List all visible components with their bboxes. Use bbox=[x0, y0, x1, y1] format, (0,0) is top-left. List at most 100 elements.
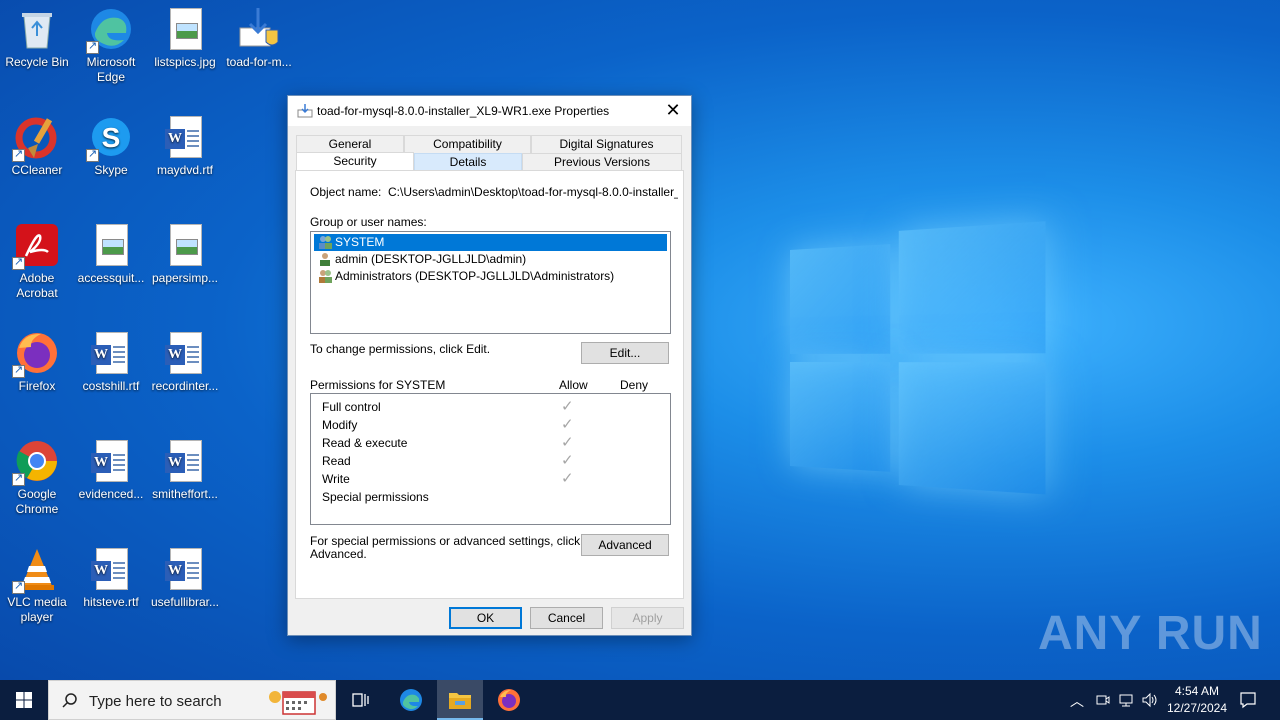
desktop-icon-recycle-bin[interactable]: Recycle Bin bbox=[0, 6, 74, 70]
volume-icon[interactable] bbox=[1141, 692, 1159, 708]
users-icon bbox=[319, 270, 332, 283]
desktop-icon-evidenced[interactable]: Wevidenced... bbox=[74, 438, 148, 502]
permission-name: Read bbox=[322, 454, 351, 468]
allow-check-icon: ✓ bbox=[561, 416, 574, 433]
tab-security[interactable]: Security bbox=[296, 152, 414, 172]
costshill-rtf-icon: W bbox=[88, 330, 134, 376]
close-icon[interactable]: ✕ bbox=[663, 101, 683, 121]
desktop-icon-google-chrome[interactable]: Google Chrome bbox=[0, 438, 74, 517]
permission-row: Write ✓ bbox=[311, 470, 670, 488]
clock[interactable]: 4:54 AM 12/27/2024 bbox=[1160, 684, 1234, 715]
ccleaner-icon bbox=[12, 114, 60, 162]
group-item-label: Administrators (DESKTOP-JGLLJLD\Administ… bbox=[335, 269, 615, 283]
edit-button[interactable]: Edit... bbox=[581, 342, 669, 364]
permission-row: Read & execute ✓ bbox=[311, 434, 670, 452]
user-icon bbox=[320, 253, 330, 266]
desktop-icon-microsoft-edge[interactable]: Microsoft Edge bbox=[74, 6, 148, 85]
folder-icon bbox=[449, 693, 471, 709]
desktop-icon-skype[interactable]: S Skype bbox=[74, 114, 148, 178]
permission-name: Read & execute bbox=[322, 436, 408, 450]
desktop-icon-accessquit[interactable]: accessquit... bbox=[74, 222, 148, 286]
permission-name: Write bbox=[322, 472, 350, 486]
desktop-icon-label: listspics.jpg bbox=[154, 55, 216, 69]
desktop-icon-label: CCleaner bbox=[11, 163, 63, 177]
start-button[interactable] bbox=[0, 680, 48, 720]
desktop-icon-adobe-acrobat[interactable]: Adobe Acrobat bbox=[0, 222, 74, 301]
taskbar-edge[interactable] bbox=[390, 680, 432, 720]
desktop-icon-recordinter[interactable]: Wrecordinter... bbox=[148, 330, 222, 394]
object-name-label: Object name: bbox=[310, 185, 382, 199]
group-item-administrators[interactable]: Administrators (DESKTOP-JGLLJLD\Administ… bbox=[314, 268, 667, 285]
network-icon[interactable] bbox=[1118, 692, 1134, 708]
permissions-list[interactable]: Full control ✓ Modify ✓ Read & execute ✓ Read ✓… bbox=[310, 393, 671, 525]
desktop-icon-maydvd-rtf[interactable]: Wmaydvd.rtf bbox=[148, 114, 222, 178]
deny-header: Deny bbox=[620, 378, 649, 392]
desktop-icon-papersimp[interactable]: papersimp... bbox=[148, 222, 222, 286]
taskbar-firefox[interactable] bbox=[487, 680, 531, 720]
tab-details[interactable]: Details bbox=[414, 153, 522, 171]
desktop-icon-ccleaner[interactable]: CCleaner bbox=[0, 114, 74, 178]
tab-general[interactable]: General bbox=[296, 135, 404, 153]
apply-button[interactable]: Apply bbox=[611, 607, 684, 629]
desktop-icon-usefullibrar[interactable]: Wusefullibrar... bbox=[148, 546, 222, 610]
firefox-icon bbox=[12, 330, 60, 378]
permissions-label: Permissions for SYSTEM bbox=[310, 378, 446, 392]
permission-row: Full control ✓ bbox=[311, 398, 670, 416]
allow-check-icon: ✓ bbox=[561, 470, 574, 487]
anyrun-watermark: ANY RUN bbox=[1038, 607, 1263, 660]
group-names-label: Group or user names: bbox=[310, 215, 427, 229]
users-icon bbox=[319, 236, 332, 249]
dialog-title: toad-for-mysql-8.0.0-installer_XL9-WR1.e… bbox=[317, 104, 610, 118]
permission-name: Modify bbox=[322, 418, 358, 432]
advanced-text-line2: Advanced. bbox=[310, 547, 367, 561]
calendar-search-highlight-icon bbox=[269, 691, 327, 715]
allow-check-icon: ✓ bbox=[561, 434, 574, 451]
listspics-jpg-icon bbox=[162, 6, 208, 52]
tab-digital-signatures[interactable]: Digital Signatures bbox=[531, 135, 682, 153]
desktop-icon-label: smitheffort... bbox=[152, 487, 218, 501]
advanced-button[interactable]: Advanced bbox=[581, 534, 669, 556]
desktop-icon-firefox[interactable]: Firefox bbox=[0, 330, 74, 394]
group-item-system[interactable]: SYSTEM bbox=[314, 234, 667, 251]
taskbar-file-explorer[interactable] bbox=[437, 680, 483, 720]
cancel-button[interactable]: Cancel bbox=[530, 607, 603, 629]
notifications-icon[interactable] bbox=[1239, 691, 1257, 709]
desktop-icon-hitsteve-rtf[interactable]: Whitsteve.rtf bbox=[74, 546, 148, 610]
edge-icon bbox=[400, 689, 422, 711]
desktop-icon-label: recordinter... bbox=[151, 379, 219, 393]
group-names-list[interactable]: SYSTEM admin (DESKTOP-JGLLJLD\admin) Adm… bbox=[310, 231, 671, 334]
search-placeholder: Type here to search bbox=[89, 693, 222, 710]
group-item-label: admin (DESKTOP-JGLLJLD\admin) bbox=[335, 252, 527, 266]
dialog-titlebar[interactable]: toad-for-mysql-8.0.0-installer_XL9-WR1.e… bbox=[288, 96, 691, 126]
windows-logo-wallpaper bbox=[790, 221, 1050, 497]
desktop-icon-label: Skype bbox=[94, 163, 128, 177]
desktop-icon-listspics-jpg[interactable]: listspics.jpg bbox=[148, 6, 222, 70]
tab-compatibility[interactable]: Compatibility bbox=[404, 135, 531, 153]
desktop-icon-vlc-media-player[interactable]: VLC media player bbox=[0, 546, 74, 625]
desktop-icon-costshill-rtf[interactable]: Wcostshill.rtf bbox=[74, 330, 148, 394]
taskbar-search-box[interactable]: Type here to search bbox=[48, 680, 336, 720]
ok-button[interactable]: OK bbox=[449, 607, 522, 629]
desktop-icon-label: evidenced... bbox=[78, 487, 144, 501]
accessquit-icon bbox=[88, 222, 134, 268]
allow-check-icon: ✓ bbox=[561, 398, 574, 415]
shortcut-arrow-icon bbox=[12, 147, 25, 162]
tab-previous-versions[interactable]: Previous Versions bbox=[522, 153, 682, 171]
desktop-icon-label: usefullibrar... bbox=[150, 595, 220, 609]
tray-chevron-up-icon[interactable]: ︿ bbox=[1070, 691, 1084, 711]
object-name-value: C:\Users\admin\Desktop\toad-for-mysql-8.… bbox=[388, 185, 678, 199]
desktop-icon-smitheffort[interactable]: Wsmitheffort... bbox=[148, 438, 222, 502]
permission-name: Special permissions bbox=[322, 490, 429, 504]
meet-now-icon[interactable] bbox=[1095, 692, 1111, 708]
toad-installer-icon bbox=[236, 6, 282, 52]
evidenced-icon: W bbox=[88, 438, 134, 484]
svg-text:S: S bbox=[102, 122, 121, 153]
tab-row-1: General Compatibility Digital Signatures bbox=[296, 135, 682, 153]
task-view-button[interactable] bbox=[341, 680, 379, 720]
shortcut-arrow-icon bbox=[12, 471, 25, 486]
shortcut-arrow-icon bbox=[86, 39, 99, 54]
skype-icon: S bbox=[86, 114, 134, 162]
allow-header: Allow bbox=[559, 378, 588, 392]
group-item-admin[interactable]: admin (DESKTOP-JGLLJLD\admin) bbox=[314, 251, 667, 268]
desktop-icon-toad-installer[interactable]: toad-for-m... bbox=[222, 6, 296, 70]
